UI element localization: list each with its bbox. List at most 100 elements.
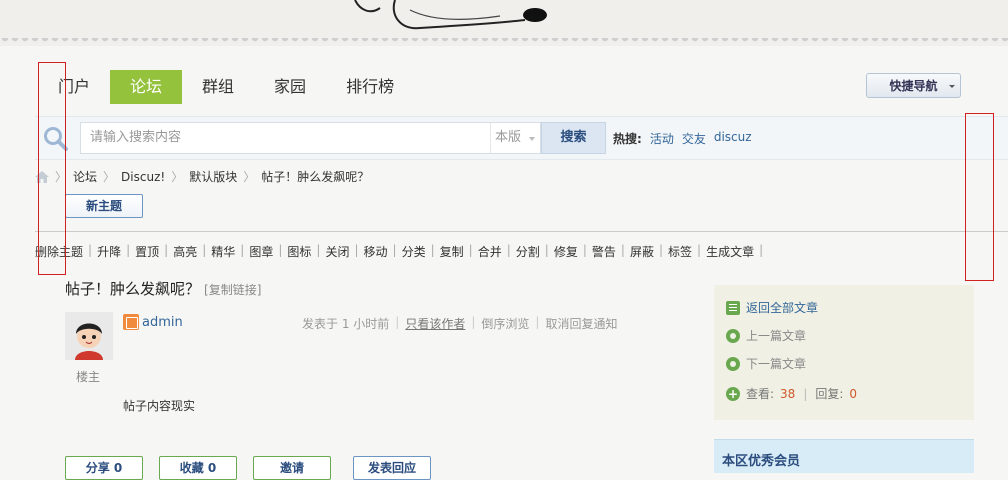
search-scope-select[interactable]: 本版 <box>490 122 541 154</box>
search-button[interactable]: 搜索 <box>541 122 606 154</box>
separator: | <box>582 243 587 257</box>
hot-search-label: 热搜: <box>613 132 642 146</box>
separator: | <box>202 243 207 257</box>
post-content: 帖子内容现实 <box>123 399 196 413</box>
mod-action[interactable]: 分类 <box>402 243 426 260</box>
thread-title: 帖子！肿么发飙呢？ <box>65 280 201 298</box>
prev-row[interactable]: 上一篇文章 <box>726 327 806 344</box>
highlight-box <box>38 62 66 275</box>
breadcrumb: 〉 论坛 〉 Discuz! 〉 默认版块 〉 帖子！肿么发飙呢？ <box>35 168 369 185</box>
mod-action[interactable]: 修复 <box>554 243 578 260</box>
user-icon <box>123 314 139 330</box>
next-row[interactable]: 下一篇文章 <box>726 355 806 372</box>
breadcrumb-separator: 〉 <box>171 170 184 184</box>
next-article-link[interactable]: 下一篇文章 <box>746 355 806 372</box>
breadcrumb-item[interactable]: Discuz! <box>121 170 165 184</box>
mod-action[interactable]: 移动 <box>364 243 388 260</box>
reply-button[interactable]: 发表回应 <box>353 456 431 480</box>
separator: | <box>658 243 663 257</box>
mod-action[interactable]: 分割 <box>516 243 540 260</box>
mod-action[interactable]: 生成文章 <box>706 243 754 260</box>
quick-nav-label: 快捷导航 <box>889 79 938 93</box>
mod-action[interactable]: 合并 <box>478 243 502 260</box>
separator: | <box>392 243 397 257</box>
thread-title-row: 帖子！肿么发飙呢？ [复制链接] <box>65 278 261 299</box>
mod-action[interactable]: 关闭 <box>325 243 349 260</box>
members-panel-title: 本区优秀会员 <box>714 439 974 473</box>
separator: | <box>316 243 321 257</box>
sidebar-panel: 返回全部文章 上一篇文章 下一篇文章 + 查看: 38 | 回复: 0 <box>714 285 974 420</box>
separator: | <box>354 243 359 257</box>
cancel-notify-link[interactable]: 取消回复通知 <box>545 315 617 332</box>
new-thread-button[interactable]: 新主题 <box>65 194 143 218</box>
search-scope-value: 本版 <box>495 130 522 145</box>
separator: | <box>240 243 245 257</box>
views-label: 查看: <box>746 387 775 401</box>
separator: | <box>759 243 764 257</box>
highlight-box <box>965 113 994 281</box>
main-nav: 门户 论坛 群组 家园 排行榜 <box>58 70 414 104</box>
separator: | <box>803 386 808 401</box>
separator: | <box>126 243 131 257</box>
only-author-link[interactable]: 只看该作者 <box>405 315 465 332</box>
separator: | <box>164 243 169 257</box>
mod-action[interactable]: 屏蔽 <box>630 243 654 260</box>
mod-action[interactable]: 升降 <box>97 243 121 260</box>
author-link[interactable]: admin <box>142 315 183 330</box>
mod-action[interactable]: 高亮 <box>173 243 197 260</box>
avatar[interactable] <box>65 312 113 360</box>
separator: | <box>430 243 435 257</box>
breadcrumb-item[interactable]: 论坛 <box>73 168 97 185</box>
separator: | <box>506 243 511 257</box>
hot-term-link[interactable]: 活动 <box>650 130 674 147</box>
breadcrumb-item[interactable]: 帖子！肿么发飙呢？ <box>261 168 369 185</box>
search-bar: 请输入搜索内容 本版 搜索 热搜: 活动 交友 discuz <box>35 116 1008 160</box>
back-all-link[interactable]: 返回全部文章 <box>746 299 818 316</box>
nav-item-forum[interactable]: 论坛 <box>110 70 183 104</box>
hot-term-link[interactable]: 交友 <box>682 130 706 147</box>
mod-action[interactable]: 复制 <box>440 243 464 260</box>
moderation-bar: 删除主题 | 升降 | 置顶 | 高亮 | 精华 | 图章 | 图标 | 关闭 | 移动 | 分类… <box>35 243 768 260</box>
chevron-down-icon <box>529 137 535 141</box>
replies-count: 0 <box>849 386 858 401</box>
mod-action[interactable]: 置顶 <box>135 243 159 260</box>
divider <box>35 231 1008 232</box>
banner-doodle-icon <box>354 0 547 30</box>
share-button[interactable]: 分享 0 <box>65 456 143 480</box>
separator: | <box>535 315 540 329</box>
nav-item-group[interactable]: 群组 <box>182 70 254 104</box>
quick-nav-button[interactable]: 快捷导航 <box>866 73 961 98</box>
nav-item-home[interactable]: 家园 <box>254 70 326 104</box>
back-all-row[interactable]: 返回全部文章 <box>726 299 818 316</box>
separator: | <box>471 315 476 329</box>
circle-icon <box>726 328 740 343</box>
mod-action[interactable]: 精华 <box>211 243 235 260</box>
separator: | <box>278 243 283 257</box>
mod-action[interactable]: 图标 <box>287 243 311 260</box>
views-count: 38 <box>780 386 796 401</box>
search-input[interactable]: 请输入搜索内容 <box>80 122 490 154</box>
post-actions: 分享 0 收藏 0 邀请 发表回应 <box>65 456 447 480</box>
separator: | <box>88 243 93 257</box>
list-icon <box>726 300 740 315</box>
mod-action[interactable]: 标签 <box>668 243 692 260</box>
copy-link[interactable]: [复制链接] <box>204 283 261 297</box>
reverse-order-link[interactable]: 倒序浏览 <box>481 315 529 332</box>
banner-edge <box>0 38 1008 48</box>
separator: | <box>544 243 549 257</box>
author: admin <box>123 314 183 330</box>
nav-item-ranking[interactable]: 排行榜 <box>326 70 414 104</box>
chevron-down-icon <box>949 85 955 88</box>
post-meta: 发表于 1 小时前 | 只看该作者 | 倒序浏览 | 取消回复通知 <box>302 315 617 332</box>
prev-article-link[interactable]: 上一篇文章 <box>746 327 806 344</box>
hot-search: 热搜: 活动 交友 discuz <box>613 130 752 147</box>
hot-term-link[interactable]: discuz <box>714 130 752 147</box>
circle-icon <box>726 356 740 371</box>
invite-button[interactable]: 邀请 <box>253 456 331 480</box>
mod-action[interactable]: 图章 <box>249 243 273 260</box>
mod-action[interactable]: 警告 <box>592 243 616 260</box>
favorite-button[interactable]: 收藏 0 <box>159 456 237 480</box>
separator: | <box>395 315 400 329</box>
breadcrumb-item[interactable]: 默认版块 <box>189 168 237 185</box>
plus-icon: + <box>726 386 740 401</box>
